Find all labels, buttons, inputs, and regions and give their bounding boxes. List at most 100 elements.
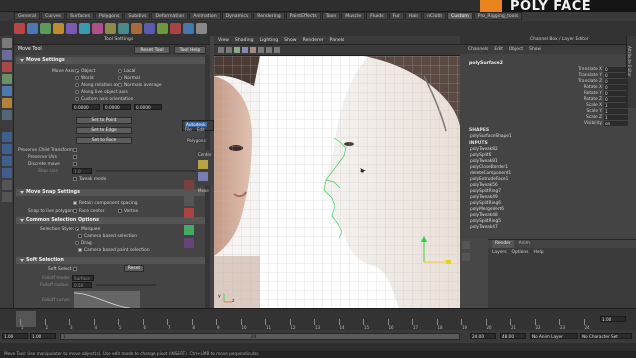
history-node[interactable]: polyTweak47 xyxy=(470,225,498,230)
history-node[interactable]: polySplitRing6 xyxy=(470,201,501,206)
shelf-tab[interactable]: Deformation xyxy=(151,12,189,20)
shelf-tab[interactable]: Dynamics xyxy=(221,12,253,20)
anim-layer-select[interactable]: No Anim Layer xyxy=(530,333,578,339)
viewport-canvas[interactable] xyxy=(214,56,460,308)
vertex-checkbox[interactable] xyxy=(118,209,122,213)
selected-object-name[interactable]: polySurface2 xyxy=(469,61,503,66)
channel-attr-label[interactable]: Translate Y xyxy=(552,73,602,78)
history-node[interactable]: polySplit6 xyxy=(470,153,491,158)
channel-attr-label[interactable]: Translate Z xyxy=(552,79,602,84)
history-node[interactable]: polyMergeVert6 xyxy=(470,207,504,212)
shape-node[interactable]: polySurfaceShape1 xyxy=(470,134,512,139)
shelf-tab[interactable]: Animation xyxy=(189,12,221,20)
shelf-tab[interactable]: Toon xyxy=(321,12,341,20)
select-tool-icon[interactable] xyxy=(2,38,12,48)
viewport-menu-item[interactable]: Show xyxy=(284,38,296,43)
history-node[interactable]: polyTweak56 xyxy=(470,183,498,188)
layer-select-icon[interactable] xyxy=(462,253,470,261)
history-node[interactable]: deleteComponent1 xyxy=(470,171,511,176)
layout-single-icon[interactable] xyxy=(2,132,12,142)
history-node[interactable]: polyTweak49 xyxy=(470,195,498,200)
playback-start-field[interactable]: 1.00 xyxy=(30,333,56,339)
axis-normal-radio[interactable] xyxy=(118,76,122,80)
shelf-tool-icon[interactable] xyxy=(53,23,64,34)
time-slider[interactable]: 1 2 3 4 5 6 7 8 9 10 11 12 13 14 15 16 17 18 19 20 21 22 23 24 … xyxy=(0,308,636,330)
channel-attr-label[interactable]: Translate X xyxy=(552,67,602,72)
shelf-tool-icon[interactable] xyxy=(183,23,194,34)
channel-attr-value[interactable]: 0 xyxy=(604,91,628,96)
history-node[interactable]: polySplitRing5 xyxy=(470,219,501,224)
axis-object-radio[interactable] xyxy=(75,69,79,73)
falloff-radius-slider[interactable] xyxy=(96,284,156,286)
preserve-uvs-checkbox[interactable] xyxy=(73,155,77,159)
material-icon[interactable] xyxy=(184,238,194,248)
marquee-radio[interactable] xyxy=(75,227,79,231)
channel-box-menu-item[interactable]: Edit xyxy=(494,47,503,52)
shelf-tab[interactable]: Fluids xyxy=(366,12,388,20)
set-to-edge-button[interactable]: Set to Edge xyxy=(76,127,132,134)
scale-shortcut-icon[interactable] xyxy=(184,196,194,206)
layout-hypershade-icon[interactable] xyxy=(2,192,12,202)
command-line[interactable] xyxy=(0,343,636,351)
move-snap-header[interactable]: Move Snap Settings xyxy=(16,189,206,196)
shelf-tool-icon[interactable] xyxy=(14,23,25,34)
floating-menu-edit[interactable]: Edit xyxy=(197,127,205,132)
shelf-tab[interactable]: Rendering xyxy=(253,12,285,20)
manip-x-handle-icon[interactable] xyxy=(446,260,451,264)
shelf-tool-icon[interactable] xyxy=(92,23,103,34)
manipulator-tool-icon[interactable] xyxy=(2,98,12,108)
channel-box-menu-item[interactable]: Object xyxy=(509,47,523,52)
shelf-tab[interactable]: Subdivs xyxy=(124,12,151,20)
playback-end-field[interactable]: 24.00 xyxy=(470,333,496,339)
xray-icon[interactable] xyxy=(274,47,280,53)
channel-attr-value[interactable]: 0 xyxy=(604,73,628,78)
preserve-child-checkbox[interactable] xyxy=(73,148,77,152)
shelf-tab[interactable]: Fur xyxy=(388,12,404,20)
camera-based-checkbox[interactable] xyxy=(78,234,82,238)
wireframe-icon[interactable] xyxy=(226,47,232,53)
last-tool-icon[interactable] xyxy=(2,110,12,120)
history-node[interactable]: polyCloseBorder1 xyxy=(470,165,508,170)
step-size-field[interactable]: 1.0 xyxy=(72,168,92,174)
history-node[interactable]: polyTweak81 xyxy=(470,159,498,164)
shelf-tool-icon[interactable] xyxy=(105,23,116,34)
lights-icon[interactable] xyxy=(250,47,256,53)
layout-side-icon[interactable] xyxy=(2,156,12,166)
custom-axis-y-field[interactable]: 0.0000 xyxy=(103,104,131,110)
soft-selection-header[interactable]: Soft Selection xyxy=(16,257,206,264)
custom-axis-z-field[interactable]: 0.0000 xyxy=(134,104,162,110)
retain-spacing-checkbox[interactable] xyxy=(73,201,77,205)
character-set-select[interactable]: No Character Set xyxy=(580,333,632,339)
tool-help-button[interactable]: Tool Help xyxy=(174,46,206,54)
tweak-mode-checkbox[interactable] xyxy=(73,177,77,181)
falloff-mode-select[interactable]: Surface xyxy=(72,275,94,281)
polygons-menu[interactable]: Polygons xyxy=(186,138,207,143)
axis-world-radio[interactable] xyxy=(75,76,79,80)
reset-tool-button[interactable]: Reset Tool xyxy=(134,46,170,54)
soft-select-checkbox[interactable] xyxy=(73,267,77,271)
viewport-menu-item[interactable]: Panels xyxy=(330,38,345,43)
channel-attr-label[interactable]: Rotate Z xyxy=(552,97,602,102)
viewport-3d[interactable]: y z xyxy=(214,56,460,308)
shelf-tool-icon[interactable] xyxy=(27,23,38,34)
step-size-slider[interactable] xyxy=(96,170,196,172)
shelf-tab[interactable]: Hair xyxy=(404,12,423,20)
move-tool-icon[interactable] xyxy=(2,62,12,72)
falloff-radius-field[interactable]: 0.50 xyxy=(72,282,92,288)
set-to-point-button[interactable]: Set to Point xyxy=(76,117,132,124)
discrete-move-checkbox[interactable] xyxy=(73,162,77,166)
channel-attr-value[interactable]: 1 xyxy=(604,109,628,114)
sphere-icon[interactable] xyxy=(184,225,194,235)
falloff-curve-graph[interactable] xyxy=(74,291,140,308)
face-center-checkbox[interactable] xyxy=(73,209,77,213)
shelf-tool-icon[interactable] xyxy=(118,23,129,34)
textured-icon[interactable] xyxy=(242,47,248,53)
axis-custom-radio[interactable] xyxy=(75,97,79,101)
channel-box-menu-item[interactable]: Show xyxy=(529,47,541,52)
history-node[interactable]: polyExtrudeFace1 xyxy=(470,177,508,182)
layer-menu-help[interactable]: Help xyxy=(533,250,543,255)
scale-tool-icon[interactable] xyxy=(2,86,12,96)
channel-attr-value[interactable]: 1 xyxy=(604,103,628,108)
snap-icon[interactable] xyxy=(198,160,208,169)
layout-outliner-icon[interactable] xyxy=(2,168,12,178)
